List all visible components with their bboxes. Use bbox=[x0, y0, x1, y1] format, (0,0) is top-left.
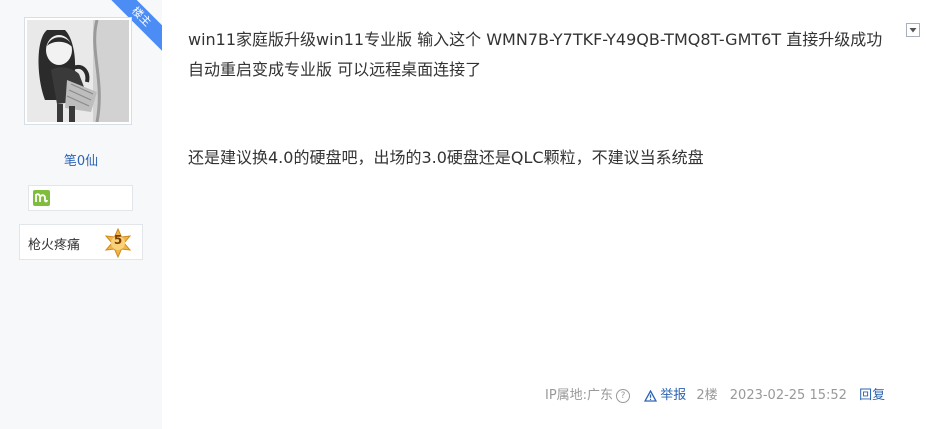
reply-link[interactable]: 回复 bbox=[859, 386, 885, 406]
chevron-down-icon bbox=[909, 28, 917, 33]
member-badge-bar bbox=[28, 185, 133, 211]
post-menu-button[interactable] bbox=[906, 23, 920, 37]
user-level[interactable]: 枪火疼痛 5 bbox=[19, 224, 143, 260]
post-timestamp: 2023-02-25 15:52 bbox=[729, 388, 847, 404]
level-name: 枪火疼痛 bbox=[28, 238, 81, 253]
post-paragraph: 还是建议换4.0的硬盘吧，出场的3.0硬盘还是QLC颗粒，不建议当系统盘 bbox=[188, 148, 704, 167]
post-content: win11家庭版升级win11专业版 输入这个 WMN7B-Y7TKF-Y49Q… bbox=[188, 25, 898, 85]
post-container: 楼主 笔0仙 枪火疼痛 5 win11家庭版升级win11专业版 输入这个 WM… bbox=[0, 0, 926, 429]
author-sidebar: 楼主 笔0仙 枪火疼痛 5 bbox=[0, 0, 162, 429]
level-number: 5 bbox=[113, 233, 123, 247]
member-badge-icon[interactable] bbox=[33, 190, 50, 206]
ip-location: IP属地:广东 bbox=[545, 388, 614, 404]
avatar-image bbox=[27, 20, 129, 122]
report-link[interactable]: 举报 bbox=[644, 386, 686, 407]
warning-triangle-icon bbox=[644, 389, 658, 402]
avatar[interactable] bbox=[24, 17, 132, 125]
report-label: 举报 bbox=[660, 388, 687, 403]
username-link[interactable]: 笔0仙 bbox=[0, 150, 162, 169]
floor-number: 2楼 bbox=[696, 388, 718, 404]
question-circle-icon[interactable]: ? bbox=[616, 389, 631, 404]
post-paragraph: win11家庭版升级win11专业版 输入这个 WMN7B-Y7TKF-Y49Q… bbox=[188, 30, 883, 79]
post-footer: IP属地:广东? 举报 2楼 2023-02-25 15:52 回复 bbox=[545, 386, 885, 406]
